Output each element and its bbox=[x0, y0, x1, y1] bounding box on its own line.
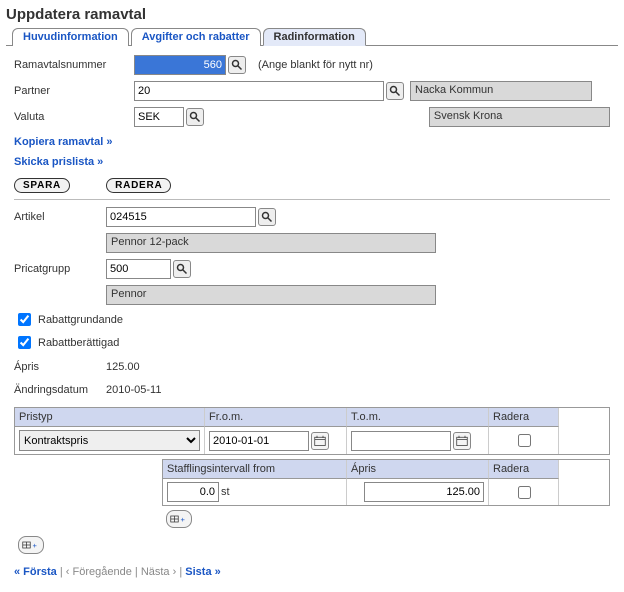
valuta-input[interactable] bbox=[134, 107, 184, 127]
andring-label: Ändringsdatum bbox=[14, 384, 106, 396]
pager-first[interactable]: « Första bbox=[14, 566, 57, 578]
tab-avgifter[interactable]: Avgifter och rabatter bbox=[131, 28, 261, 46]
tab-bar: Huvudinformation Avgifter och rabatter R… bbox=[6, 27, 618, 46]
magnifier-icon[interactable] bbox=[258, 208, 276, 226]
rabattgrundande-checkbox[interactable] bbox=[18, 313, 31, 326]
magnifier-icon[interactable] bbox=[386, 82, 404, 100]
artikel-label: Artikel bbox=[14, 211, 106, 223]
tom-date-input[interactable] bbox=[351, 431, 451, 451]
magnifier-icon[interactable] bbox=[186, 108, 204, 126]
andring-value: 2010-05-11 bbox=[106, 384, 161, 396]
artikel-name: Pennor 12-pack bbox=[106, 233, 436, 253]
col-tom: T.o.m. bbox=[347, 408, 489, 427]
rabattgrundande-label: Rabattgrundande bbox=[38, 314, 123, 326]
col-staff-radera: Radera bbox=[489, 460, 559, 479]
magnifier-icon[interactable] bbox=[173, 260, 191, 278]
col-interval: Stafflingsintervall from bbox=[163, 460, 347, 479]
pristyp-select[interactable]: Kontraktspris bbox=[19, 430, 200, 451]
apris-label: Ápris bbox=[14, 361, 106, 373]
ramavtal-label: Ramavtalsnummer bbox=[14, 59, 134, 71]
pager-prev: ‹ Föregående bbox=[66, 566, 132, 578]
page-title: Uppdatera ramavtal bbox=[6, 6, 618, 23]
calendar-icon[interactable] bbox=[453, 432, 471, 450]
main-section: Ramavtalsnummer (Ange blankt för nytt nr… bbox=[6, 52, 618, 586]
rabattberattigad-label: Rabattberättigad bbox=[38, 337, 119, 349]
pager-next: Nästa › bbox=[141, 566, 176, 578]
valuta-name: Svensk Krona bbox=[429, 107, 610, 127]
partner-input[interactable] bbox=[134, 81, 384, 101]
from-date-input[interactable] bbox=[209, 431, 309, 451]
rabattberattigad-checkbox[interactable] bbox=[18, 336, 31, 349]
pricat-label: Pricatgrupp bbox=[14, 263, 106, 275]
col-staff-apris: Ápris bbox=[347, 460, 489, 479]
col-pristyp: Pristyp bbox=[15, 408, 205, 427]
svg-text:+: + bbox=[181, 515, 186, 524]
add-row-icon[interactable]: + bbox=[18, 536, 44, 554]
col-from: Fr.o.m. bbox=[205, 408, 347, 427]
ramavtal-input[interactable] bbox=[134, 55, 226, 75]
pager-last[interactable]: Sista » bbox=[185, 566, 220, 578]
staff-apris-input[interactable] bbox=[364, 482, 484, 502]
pricat-input[interactable] bbox=[106, 259, 171, 279]
calendar-icon[interactable] bbox=[311, 432, 329, 450]
artikel-input[interactable] bbox=[106, 207, 256, 227]
partner-label: Partner bbox=[14, 85, 134, 97]
partner-name: Nacka Kommun bbox=[410, 81, 592, 101]
tab-huvudinformation[interactable]: Huvudinformation bbox=[12, 28, 129, 46]
magnifier-icon[interactable] bbox=[228, 56, 246, 74]
ramavtal-hint: (Ange blankt för nytt nr) bbox=[258, 59, 373, 71]
send-prislista-link[interactable]: Skicka prislista » bbox=[14, 156, 103, 168]
save-button[interactable]: SPARA bbox=[14, 178, 70, 193]
apris-value: 125.00 bbox=[106, 361, 140, 373]
add-row-icon[interactable]: + bbox=[166, 510, 192, 528]
unit-label: st bbox=[221, 486, 230, 498]
staff-radera-checkbox[interactable] bbox=[518, 486, 531, 499]
tab-radinformation[interactable]: Radinformation bbox=[263, 28, 366, 46]
pager: « Första | ‹ Föregående | Nästa › | Sist… bbox=[14, 566, 610, 578]
col-radera: Radera bbox=[489, 408, 559, 427]
delete-button[interactable]: RADERA bbox=[106, 178, 171, 193]
pricat-name: Pennor bbox=[106, 285, 436, 305]
radera-checkbox[interactable] bbox=[518, 434, 531, 447]
staff-grid: Stafflingsintervall from Ápris Radera st bbox=[162, 459, 610, 506]
price-grid: Pristyp Fr.o.m. T.o.m. Radera Kontraktsp… bbox=[14, 407, 610, 455]
interval-input[interactable] bbox=[167, 482, 219, 502]
copy-ramavtal-link[interactable]: Kopiera ramavtal » bbox=[14, 136, 112, 148]
valuta-label: Valuta bbox=[14, 111, 134, 123]
svg-text:+: + bbox=[33, 541, 38, 550]
